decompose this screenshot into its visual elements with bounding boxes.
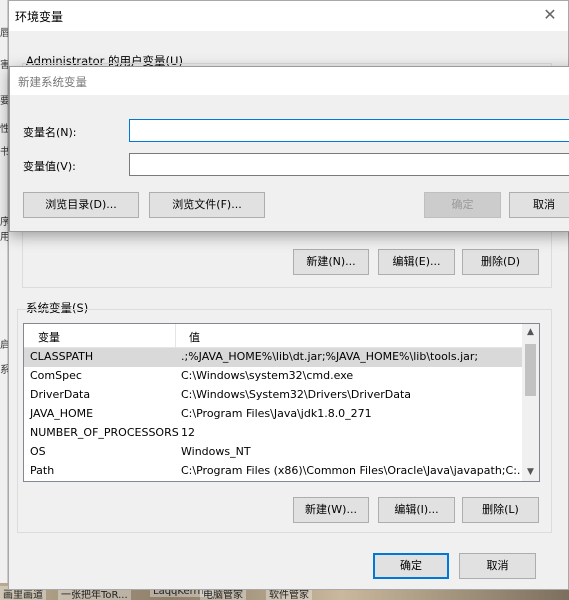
table-row[interactable]: CLASSPATH .;%JAVA_HOME%\lib\dt.jar;%JAVA… (24, 348, 524, 367)
scroll-down-icon[interactable]: ▼ (522, 464, 539, 481)
vertical-scrollbar[interactable]: ▲ ▼ (522, 324, 539, 481)
variable-value: C:\Program Files (x86)\Common Files\Orac… (181, 464, 521, 477)
system-new-button[interactable]: 新建(W)... (293, 497, 369, 523)
column-header-value[interactable]: 值 (189, 329, 200, 345)
user-new-button[interactable]: 新建(N)... (293, 249, 369, 275)
browse-file-button[interactable]: 浏览文件(F)... (149, 192, 265, 218)
cancel-button[interactable]: 取消 (459, 553, 536, 579)
variable-value: Windows_NT (181, 445, 251, 458)
system-delete-button[interactable]: 删除(L) (462, 497, 539, 523)
variable-value: C:\Program Files\Java\jdk1.8.0_271 (181, 407, 372, 420)
background-window-text: 书 (0, 147, 8, 158)
variable-value: .;%JAVA_HOME%\lib\dt.jar;%JAVA_HOME%\lib… (181, 350, 479, 363)
system-edit-button[interactable]: 编辑(I)... (378, 497, 455, 523)
browse-directory-button[interactable]: 浏览目录(D)... (23, 192, 139, 218)
title-bar: 新建系统变量 (10, 67, 569, 95)
dialog-title: 新建系统变量 (18, 75, 87, 89)
scroll-up-icon[interactable]: ▲ (522, 324, 539, 341)
cancel-button[interactable]: 取消 (509, 192, 569, 218)
background-window-text: 系 (0, 365, 8, 376)
background-window-text: 用 (0, 232, 8, 243)
ok-button[interactable]: 确定 (373, 553, 449, 579)
background-window: 唇 害 要 性 书 序 用 启 系 (0, 0, 8, 583)
variable-name: OS (30, 445, 46, 458)
variable-name: CLASSPATH (30, 350, 94, 363)
system-variables-list[interactable]: 变量 值 CLASSPATH .;%JAVA_HOME%\lib\dt.jar;… (23, 323, 540, 482)
variable-name-input[interactable] (129, 119, 569, 142)
new-system-variable-dialog: 新建系统变量 变量名(N): 变量值(V): 浏览目录(D)... 浏览文件(F… (9, 66, 569, 232)
table-row[interactable]: OS Windows_NT (24, 443, 524, 462)
table-row[interactable]: Path C:\Program Files (x86)\Common Files… (24, 462, 524, 481)
variable-name: NUMBER_OF_PROCESSORS (30, 426, 179, 439)
table-row[interactable]: NUMBER_OF_PROCESSORS 12 (24, 424, 524, 443)
variable-value-label: 变量值(V): (23, 160, 76, 173)
background-window-text: 要 (0, 96, 8, 107)
ok-button[interactable]: 确定 (424, 192, 501, 218)
dialog-title: 环境变量 (15, 10, 64, 24)
background-window-text: 性 (0, 124, 8, 135)
variable-name: ComSpec (30, 369, 82, 382)
variable-value: C:\Windows\System32\Drivers\DriverData (181, 388, 412, 401)
variable-value: 12 (181, 426, 195, 439)
variable-name: JAVA_HOME (30, 407, 94, 420)
title-bar: 环境变量 ✕ (9, 1, 568, 31)
table-row[interactable]: JAVA_HOME C:\Program Files\Java\jdk1.8.0… (24, 405, 524, 424)
user-edit-button[interactable]: 编辑(E)... (378, 249, 455, 275)
table-row[interactable]: ComSpec C:\Windows\system32\cmd.exe (24, 367, 524, 386)
variable-value: C:\Windows\system32\cmd.exe (181, 369, 354, 382)
variable-value-input[interactable] (129, 153, 569, 176)
close-icon[interactable]: ✕ (538, 5, 562, 27)
user-delete-button[interactable]: 删除(D) (462, 249, 539, 275)
background-window-text: 序 (0, 217, 8, 228)
variable-name: DriverData (30, 388, 91, 401)
table-row[interactable]: DriverData C:\Windows\System32\Drivers\D… (24, 386, 524, 405)
background-window-text: 害 (0, 60, 8, 71)
background-window-text: 启 (0, 340, 8, 351)
variable-name: Path (30, 464, 55, 477)
list-header: 变量 值 (24, 324, 524, 348)
variable-name-label: 变量名(N): (23, 126, 77, 139)
column-header-variable[interactable]: 变量 (38, 329, 60, 345)
column-divider[interactable] (175, 324, 176, 348)
background-window-text: 唇 (0, 28, 8, 39)
scrollbar-thumb[interactable] (525, 344, 536, 396)
